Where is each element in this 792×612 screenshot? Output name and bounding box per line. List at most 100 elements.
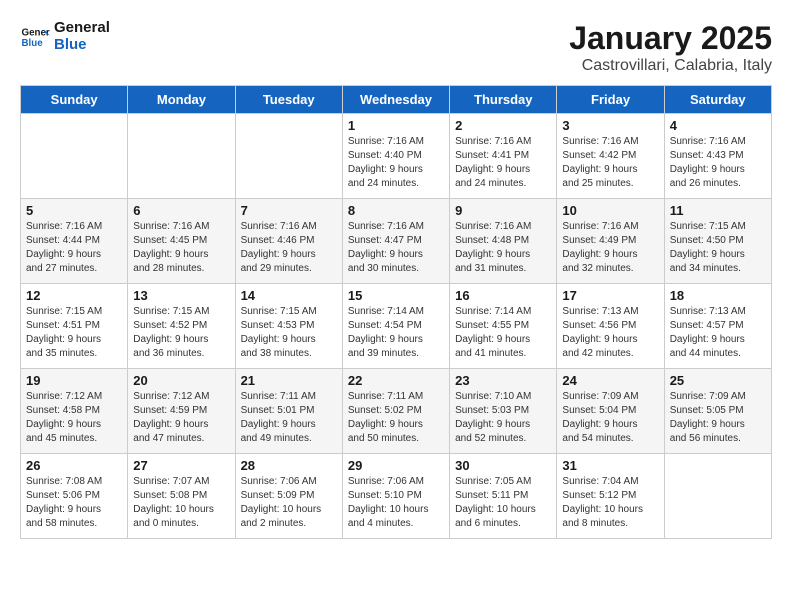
calendar-table: SundayMondayTuesdayWednesdayThursdayFrid…: [20, 85, 772, 539]
day-cell: 30 Sunrise: 7:05 AM Sunset: 5:11 PM Dayli…: [450, 454, 557, 539]
day-detail: Sunrise: 7:13 AM Sunset: 4:56 PM Dayligh…: [562, 305, 658, 361]
day-detail: Sunrise: 7:14 AM Sunset: 4:54 PM Dayligh…: [348, 305, 444, 361]
day-cell: 28Sunrise: 7:06 AM Sunset: 5:09 PM Dayli…: [235, 454, 342, 539]
day-cell: 18Sunrise: 7:13 AM Sunset: 4:57 PM Dayli…: [664, 284, 771, 369]
day-cell: 19Sunrise: 7:12 AM Sunset: 4:58 PM Dayli…: [21, 369, 128, 454]
day-detail: Sunrise: 7:16 AM Sunset: 4:48 PM Dayligh…: [455, 220, 551, 276]
day-number: 1: [348, 118, 444, 133]
day-detail: Sunrise: 7:15 AM Sunset: 4:51 PM Dayligh…: [26, 305, 122, 361]
calendar-title: January 2025: [569, 20, 772, 57]
header: General Blue General Blue January 2025 C…: [20, 20, 772, 75]
day-detail: Sunrise: 7:16 AM Sunset: 4:41 PM Dayligh…: [455, 135, 551, 191]
day-number: 29: [348, 458, 444, 473]
day-detail: Sunrise: 7:08 AM Sunset: 5:06 PM Dayligh…: [26, 475, 122, 531]
day-number: 28: [241, 458, 337, 473]
day-cell: [128, 114, 235, 199]
week-row-5: 26 Sunrise: 7:08 AM Sunset: 5:06 PM Dayli…: [21, 454, 772, 539]
day-cell: 31 Sunrise: 7:04 AM Sunset: 5:12 PM Dayli…: [557, 454, 664, 539]
day-detail: Sunrise: 7:14 AM Sunset: 4:55 PM Dayligh…: [455, 305, 551, 361]
day-detail: Sunrise: 7:16 AM Sunset: 4:40 PM Dayligh…: [348, 135, 444, 191]
day-detail: Sunrise: 7:15 AM Sunset: 4:50 PM Dayligh…: [670, 220, 766, 276]
day-detail: Sunrise: 7:13 AM Sunset: 4:57 PM Dayligh…: [670, 305, 766, 361]
weekday-header-thursday: Thursday: [450, 86, 557, 114]
logo-general: General: [54, 20, 110, 37]
day-cell: 4Sunrise: 7:16 AM Sunset: 4:43 PM Daylig…: [664, 114, 771, 199]
day-cell: 16Sunrise: 7:14 AM Sunset: 4:55 PM Dayli…: [450, 284, 557, 369]
day-cell: 11 Sunrise: 7:15 AM Sunset: 4:50 PM Dayli…: [664, 199, 771, 284]
day-number: 26: [26, 458, 122, 473]
day-number: 3: [562, 118, 658, 133]
day-cell: 22Sunrise: 7:11 AM Sunset: 5:02 PM Dayli…: [342, 369, 449, 454]
day-number: 7: [241, 203, 337, 218]
day-cell: 8Sunrise: 7:16 AM Sunset: 4:47 PM Daylig…: [342, 199, 449, 284]
day-detail: Sunrise: 7:09 AM Sunset: 5:05 PM Dayligh…: [670, 390, 766, 446]
day-cell: 13Sunrise: 7:15 AM Sunset: 4:52 PM Dayli…: [128, 284, 235, 369]
day-detail: Sunrise: 7:16 AM Sunset: 4:44 PM Dayligh…: [26, 220, 122, 276]
day-number: 2: [455, 118, 551, 133]
day-number: 9: [455, 203, 551, 218]
day-number: 20: [133, 373, 229, 388]
day-number: 31: [562, 458, 658, 473]
week-row-4: 19Sunrise: 7:12 AM Sunset: 4:58 PM Dayli…: [21, 369, 772, 454]
title-area: January 2025 Castrovillari, Calabria, It…: [569, 20, 772, 75]
day-detail: Sunrise: 7:05 AM Sunset: 5:11 PM Dayligh…: [455, 475, 551, 531]
day-detail: Sunrise: 7:16 AM Sunset: 4:46 PM Dayligh…: [241, 220, 337, 276]
weekday-header-friday: Friday: [557, 86, 664, 114]
weekday-header-sunday: Sunday: [21, 86, 128, 114]
day-detail: Sunrise: 7:16 AM Sunset: 4:43 PM Dayligh…: [670, 135, 766, 191]
day-detail: Sunrise: 7:11 AM Sunset: 5:02 PM Dayligh…: [348, 390, 444, 446]
day-cell: 7 Sunrise: 7:16 AM Sunset: 4:46 PM Daylig…: [235, 199, 342, 284]
day-detail: Sunrise: 7:11 AM Sunset: 5:01 PM Dayligh…: [241, 390, 337, 446]
day-cell: 21Sunrise: 7:11 AM Sunset: 5:01 PM Dayli…: [235, 369, 342, 454]
day-cell: 6Sunrise: 7:16 AM Sunset: 4:45 PM Daylig…: [128, 199, 235, 284]
day-number: 13: [133, 288, 229, 303]
day-detail: Sunrise: 7:15 AM Sunset: 4:53 PM Dayligh…: [241, 305, 337, 361]
day-number: 11: [670, 203, 766, 218]
weekday-header-saturday: Saturday: [664, 86, 771, 114]
day-detail: Sunrise: 7:12 AM Sunset: 4:59 PM Dayligh…: [133, 390, 229, 446]
day-detail: Sunrise: 7:16 AM Sunset: 4:49 PM Dayligh…: [562, 220, 658, 276]
logo: General Blue General Blue: [20, 20, 110, 53]
day-detail: Sunrise: 7:07 AM Sunset: 5:08 PM Dayligh…: [133, 475, 229, 531]
day-number: 12: [26, 288, 122, 303]
week-row-3: 12 Sunrise: 7:15 AM Sunset: 4:51 PM Dayli…: [21, 284, 772, 369]
logo-blue: Blue: [54, 37, 110, 54]
day-detail: Sunrise: 7:16 AM Sunset: 4:42 PM Dayligh…: [562, 135, 658, 191]
day-detail: Sunrise: 7:16 AM Sunset: 4:47 PM Dayligh…: [348, 220, 444, 276]
day-number: 30: [455, 458, 551, 473]
week-row-2: 5 Sunrise: 7:16 AM Sunset: 4:44 PM Daylig…: [21, 199, 772, 284]
day-cell: 2 Sunrise: 7:16 AM Sunset: 4:41 PM Daylig…: [450, 114, 557, 199]
weekday-header-wednesday: Wednesday: [342, 86, 449, 114]
weekday-header-row: SundayMondayTuesdayWednesdayThursdayFrid…: [21, 86, 772, 114]
day-cell: 9 Sunrise: 7:16 AM Sunset: 4:48 PM Daylig…: [450, 199, 557, 284]
calendar-subtitle: Castrovillari, Calabria, Italy: [569, 57, 772, 75]
weekday-header-tuesday: Tuesday: [235, 86, 342, 114]
day-cell: 23Sunrise: 7:10 AM Sunset: 5:03 PM Dayli…: [450, 369, 557, 454]
day-cell: [235, 114, 342, 199]
day-detail: Sunrise: 7:04 AM Sunset: 5:12 PM Dayligh…: [562, 475, 658, 531]
day-detail: Sunrise: 7:06 AM Sunset: 5:10 PM Dayligh…: [348, 475, 444, 531]
day-number: 15: [348, 288, 444, 303]
day-number: 27: [133, 458, 229, 473]
day-cell: 20 Sunrise: 7:12 AM Sunset: 4:59 PM Dayli…: [128, 369, 235, 454]
day-detail: Sunrise: 7:09 AM Sunset: 5:04 PM Dayligh…: [562, 390, 658, 446]
day-number: 14: [241, 288, 337, 303]
day-cell: 14 Sunrise: 7:15 AM Sunset: 4:53 PM Dayli…: [235, 284, 342, 369]
day-number: 17: [562, 288, 658, 303]
weekday-header-monday: Monday: [128, 86, 235, 114]
day-cell: 15 Sunrise: 7:14 AM Sunset: 4:54 PM Dayli…: [342, 284, 449, 369]
week-row-1: 1 Sunrise: 7:16 AM Sunset: 4:40 PM Daylig…: [21, 114, 772, 199]
day-detail: Sunrise: 7:12 AM Sunset: 4:58 PM Dayligh…: [26, 390, 122, 446]
day-cell: 25 Sunrise: 7:09 AM Sunset: 5:05 PM Dayli…: [664, 369, 771, 454]
day-number: 6: [133, 203, 229, 218]
day-number: 25: [670, 373, 766, 388]
day-cell: [664, 454, 771, 539]
day-number: 5: [26, 203, 122, 218]
day-cell: 5 Sunrise: 7:16 AM Sunset: 4:44 PM Daylig…: [21, 199, 128, 284]
day-cell: [21, 114, 128, 199]
day-number: 24: [562, 373, 658, 388]
day-detail: Sunrise: 7:10 AM Sunset: 5:03 PM Dayligh…: [455, 390, 551, 446]
day-cell: 12 Sunrise: 7:15 AM Sunset: 4:51 PM Dayli…: [21, 284, 128, 369]
svg-text:Blue: Blue: [22, 38, 44, 49]
logo-icon: General Blue: [20, 22, 50, 52]
